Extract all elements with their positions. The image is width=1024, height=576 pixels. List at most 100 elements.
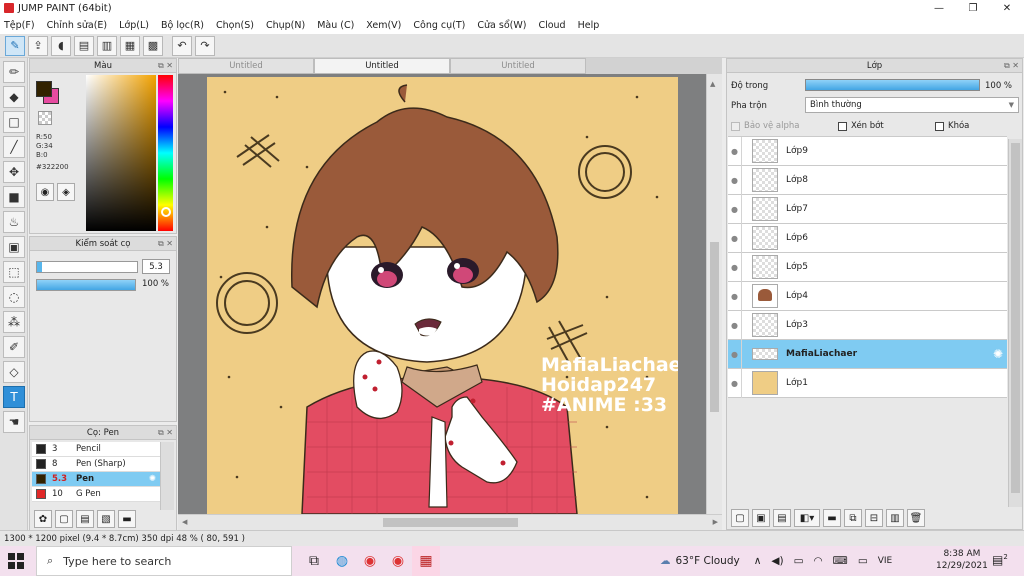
weather-text[interactable]: 63°F Cloudy bbox=[676, 555, 740, 567]
gear-icon[interactable]: ✺ bbox=[993, 347, 1003, 361]
hue-handle[interactable] bbox=[161, 207, 171, 217]
visibility-icon[interactable]: ● bbox=[728, 194, 742, 224]
brush-add-icon[interactable]: ✿ bbox=[34, 510, 52, 528]
brush-item-g-pen[interactable]: 10 G Pen bbox=[32, 487, 160, 502]
visibility-icon[interactable]: ● bbox=[728, 310, 742, 340]
line-tool-icon[interactable]: ╱ bbox=[3, 136, 25, 158]
windows-start-icon[interactable] bbox=[8, 553, 24, 569]
clipping-checkbox[interactable] bbox=[838, 121, 847, 131]
notification-icon[interactable]: ▤2 bbox=[992, 553, 1008, 567]
panel-float-icon[interactable]: ⧉ ✕ bbox=[158, 428, 173, 438]
saturation-value-picker[interactable] bbox=[86, 75, 156, 231]
move-tool-icon[interactable]: ✥ bbox=[3, 161, 25, 183]
network-icon[interactable]: ◠ bbox=[813, 555, 822, 567]
grid-icon[interactable]: ▩ bbox=[143, 35, 163, 56]
shape-tool-icon[interactable]: □ bbox=[3, 111, 25, 133]
menu-window[interactable]: Cửa sổ(W) bbox=[477, 20, 526, 31]
vscroll-thumb[interactable] bbox=[710, 242, 719, 412]
menu-select[interactable]: Chọn(S) bbox=[216, 20, 254, 31]
maximize-button[interactable]: ❐ bbox=[956, 0, 990, 16]
brush-item-pencil[interactable]: 3 Pencil bbox=[32, 442, 160, 457]
brush-copy-icon[interactable]: ▧ bbox=[97, 510, 115, 528]
layer-row[interactable]: ● Lớp6 bbox=[728, 223, 1007, 253]
menu-view[interactable]: Xem(V) bbox=[366, 20, 401, 31]
redo-icon[interactable]: ↷ bbox=[195, 35, 215, 56]
hscroll-thumb[interactable] bbox=[383, 518, 518, 527]
chrome-profile-icon[interactable]: ◉ bbox=[384, 546, 412, 576]
volume-icon[interactable]: ◀) bbox=[771, 555, 783, 567]
layer-row[interactable]: ● Lớp3 bbox=[728, 310, 1007, 340]
jump-paint-taskbar-icon[interactable]: ▦ bbox=[412, 546, 440, 576]
lock-checkbox[interactable] bbox=[935, 121, 944, 131]
chat-icon[interactable]: ▭ bbox=[858, 555, 868, 567]
brush-tool-icon[interactable]: ✏ bbox=[3, 61, 25, 83]
layer-list-scrollbar[interactable] bbox=[1008, 139, 1022, 507]
rect-select-icon[interactable]: ⬚ bbox=[3, 261, 25, 283]
new-layer-8bit-icon[interactable]: ▣ bbox=[752, 509, 770, 527]
tab-untitled-2[interactable]: Untitled bbox=[314, 58, 450, 74]
eraser-tool-icon[interactable]: ◆ bbox=[3, 86, 25, 108]
task-view-icon[interactable]: ⧉ bbox=[300, 546, 328, 576]
bucket-tool-icon[interactable]: ♨ bbox=[3, 211, 25, 233]
visibility-icon[interactable]: ● bbox=[728, 339, 742, 369]
layer-row[interactable]: ● Lớp8 bbox=[728, 165, 1007, 195]
layer-folder-icon[interactable]: ▬ bbox=[823, 509, 841, 527]
menu-file[interactable]: Tệp(F) bbox=[4, 20, 35, 31]
frame-icon[interactable]: ▦ bbox=[120, 35, 140, 56]
visibility-icon[interactable]: ● bbox=[728, 281, 742, 311]
layer-row[interactable]: ● Lớp1 bbox=[728, 368, 1007, 398]
menu-filter[interactable]: Bộ lọc(R) bbox=[161, 20, 204, 31]
select-pen-icon[interactable]: ✐ bbox=[3, 336, 25, 358]
new-tone-layer-icon[interactable]: ◧▾ bbox=[794, 509, 820, 527]
layer-row-selected[interactable]: ● MafiaLiachaer ✺ bbox=[728, 339, 1007, 369]
layer-opacity-slider[interactable] bbox=[805, 79, 980, 91]
menu-edit[interactable]: Chỉnh sửa(E) bbox=[47, 20, 108, 31]
menu-capture[interactable]: Chụp(N) bbox=[266, 20, 305, 31]
menu-tools[interactable]: Công cụ(T) bbox=[413, 20, 465, 31]
keyboard-icon[interactable]: ⌨ bbox=[833, 555, 848, 567]
visibility-icon[interactable]: ● bbox=[728, 368, 742, 398]
visibility-icon[interactable]: ● bbox=[728, 165, 742, 195]
layer-row[interactable]: ● Lớp5 bbox=[728, 252, 1007, 282]
protect-alpha-checkbox[interactable] bbox=[731, 121, 740, 131]
brush-new-icon[interactable]: ▢ bbox=[55, 510, 73, 528]
brush-opacity-slider[interactable] bbox=[36, 279, 136, 291]
brush-folder-icon[interactable]: ▬ bbox=[118, 510, 136, 528]
clear-layer-icon[interactable]: ▥ bbox=[886, 509, 904, 527]
layer-row[interactable]: ● Lớp7 bbox=[728, 194, 1007, 224]
chrome-icon[interactable]: ◉ bbox=[356, 546, 384, 576]
brush-item-pen[interactable]: 5.3 Pen ✺ bbox=[32, 472, 160, 487]
undo-icon[interactable]: ↶ bbox=[172, 35, 192, 56]
scroll-left-icon[interactable]: ◀ bbox=[182, 518, 187, 526]
chevron-up-icon[interactable]: ∧ bbox=[754, 555, 762, 567]
layer-scroll-thumb[interactable] bbox=[1011, 143, 1020, 493]
scroll-up-icon[interactable]: ▲ bbox=[710, 80, 715, 88]
layer-row[interactable]: ● Lớp4 bbox=[728, 281, 1007, 311]
canvas-area[interactable]: MafiaLiachaer Hoidap247 #ANIME :33 bbox=[178, 74, 706, 514]
brush-list-scrollbar[interactable] bbox=[160, 442, 174, 510]
new-layer-1bit-icon[interactable]: ▤ bbox=[773, 509, 791, 527]
taskbar-search[interactable]: ⌕ Type here to search bbox=[36, 546, 292, 576]
brush-menu-icon[interactable]: ▤ bbox=[76, 510, 94, 528]
text-tool-icon[interactable]: T bbox=[3, 386, 25, 408]
transparent-swatch[interactable] bbox=[38, 111, 52, 125]
blend-mode-select[interactable]: Bình thường ▼ bbox=[805, 97, 1019, 113]
panel-float-icon[interactable]: ⧉ ✕ bbox=[158, 61, 173, 71]
duplicate-layer-icon[interactable]: ⧉ bbox=[844, 509, 862, 527]
speech-bubble-icon[interactable]: ◖ bbox=[51, 35, 71, 56]
layer-row[interactable]: ● Lớp9 bbox=[728, 136, 1007, 166]
panel-float-icon[interactable]: ⧉ ✕ bbox=[158, 239, 173, 249]
canvas-horizontal-scrollbar[interactable]: ◀ ▶ bbox=[178, 514, 722, 530]
canvas-vertical-scrollbar[interactable]: ▲ bbox=[706, 74, 722, 514]
scroll-right-icon[interactable]: ▶ bbox=[713, 518, 718, 526]
menu-color[interactable]: Màu (C) bbox=[317, 20, 354, 31]
select-eraser-icon[interactable]: ◇ bbox=[3, 361, 25, 383]
menu-help[interactable]: Help bbox=[578, 20, 600, 31]
visibility-icon[interactable]: ● bbox=[728, 136, 742, 166]
close-button[interactable]: ✕ bbox=[990, 0, 1024, 16]
new-layer-icon[interactable]: ▢ bbox=[731, 509, 749, 527]
tab-untitled-1[interactable]: Untitled bbox=[178, 58, 314, 74]
pen-pressure-icon[interactable]: ✎ bbox=[5, 35, 25, 56]
fill-rect-tool-icon[interactable]: ■ bbox=[3, 186, 25, 208]
magic-wand-icon[interactable]: ⁂ bbox=[3, 311, 25, 333]
